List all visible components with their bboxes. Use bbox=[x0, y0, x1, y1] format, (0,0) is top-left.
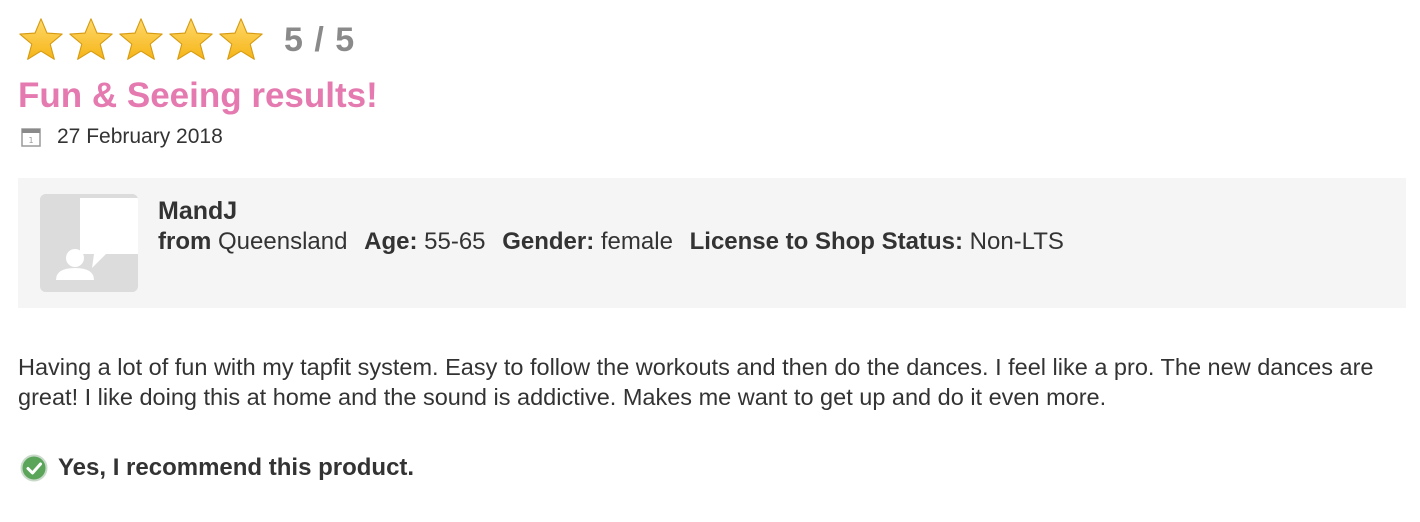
gender-value: female bbox=[600, 228, 673, 255]
star-icon bbox=[69, 18, 113, 60]
from-value: Queensland bbox=[218, 228, 348, 255]
recommendation-row: Yes, I recommend this product. bbox=[18, 454, 1406, 482]
avatar bbox=[40, 194, 138, 292]
star-icon bbox=[219, 18, 263, 60]
svg-text:1: 1 bbox=[28, 136, 33, 145]
review-title: Fun & Seeing results! bbox=[18, 76, 378, 115]
age-value: 55-65 bbox=[424, 228, 486, 255]
star-icon bbox=[119, 18, 163, 60]
author-info: MandJ from Queensland Age: 55-65 Gender:… bbox=[158, 196, 1074, 258]
recommendation-text: Yes, I recommend this product. bbox=[58, 454, 415, 481]
age-label: Age: bbox=[364, 228, 418, 255]
star-icon bbox=[169, 18, 213, 60]
default-avatar-icon bbox=[40, 194, 138, 292]
rating-value: 5 / 5 bbox=[284, 20, 356, 59]
calendar-icon: 1 bbox=[21, 128, 41, 147]
review-card: 5 / 5 Fun & Seeing results! 1 27 Februar… bbox=[18, 14, 1406, 482]
status-value: Non-LTS bbox=[969, 228, 1064, 255]
star-rating bbox=[18, 17, 264, 63]
check-circle-icon bbox=[20, 454, 48, 482]
review-date-row: 1 27 February 2018 bbox=[18, 122, 1406, 152]
status-label: License to Shop Status: bbox=[689, 228, 963, 255]
gender-label: Gender: bbox=[502, 228, 595, 255]
author-meta: from Queensland Age: 55-65 Gender: femal… bbox=[158, 226, 1074, 258]
review-date: 27 February 2018 bbox=[57, 125, 223, 148]
rating-row: 5 / 5 bbox=[18, 14, 1406, 66]
star-icon bbox=[19, 18, 63, 60]
review-body: Having a lot of fun with my tapfit syste… bbox=[18, 354, 1374, 410]
author-name: MandJ bbox=[158, 197, 238, 225]
from-label: from bbox=[158, 228, 212, 255]
author-box: MandJ from Queensland Age: 55-65 Gender:… bbox=[18, 178, 1406, 308]
